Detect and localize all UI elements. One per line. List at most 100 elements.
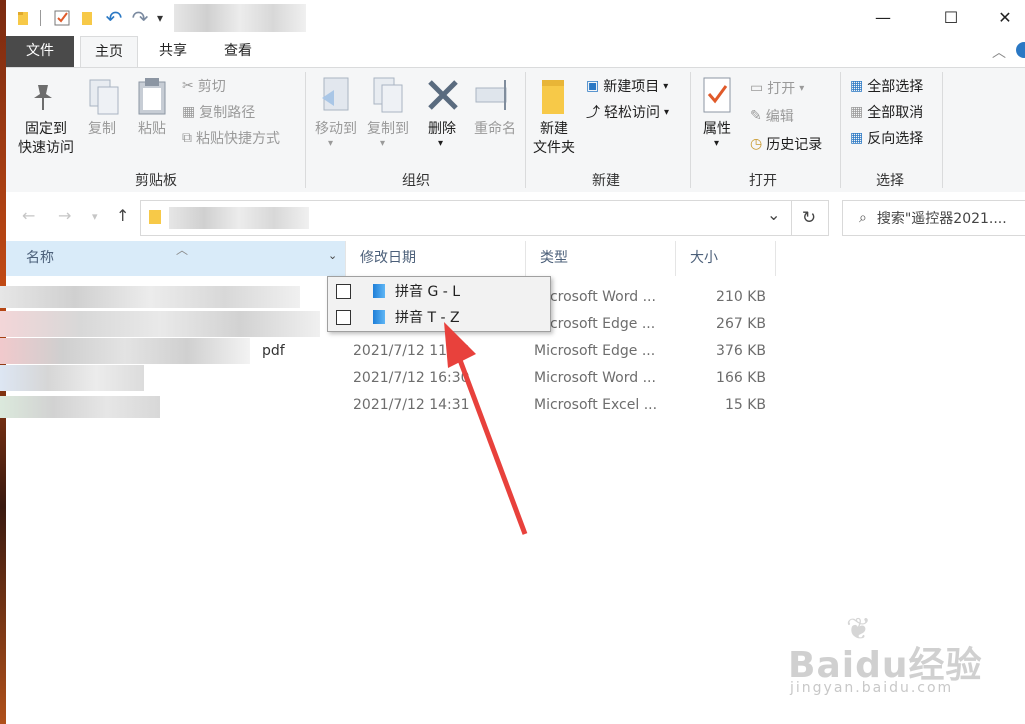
search-icon: ⌕ bbox=[859, 210, 867, 226]
search-input[interactable]: ⌕ 搜索"遥控器2021.... bbox=[842, 200, 1025, 236]
properties-dropdown-icon[interactable]: ▾ bbox=[714, 138, 719, 149]
folder-icon[interactable] bbox=[14, 8, 34, 28]
maximize-button[interactable]: ☐ bbox=[928, 0, 974, 34]
open-label: 打开 bbox=[767, 81, 796, 97]
select-all-label: 全部选择 bbox=[867, 79, 924, 95]
group-icon bbox=[373, 310, 385, 324]
delete-button[interactable]: 删除 bbox=[420, 120, 464, 139]
invert-selection-icon: ▦ bbox=[850, 130, 864, 146]
clipboard-group-label: 剪贴板 bbox=[135, 173, 177, 189]
new-folder-icon[interactable] bbox=[78, 8, 98, 28]
new-group-label: 新建 bbox=[592, 173, 620, 189]
paste-shortcut-button[interactable]: ⧉ 粘贴快捷方式 bbox=[182, 128, 280, 148]
delete-dropdown-icon[interactable]: ▾ bbox=[438, 138, 443, 149]
file-size: 210 KB bbox=[716, 289, 766, 305]
copy-to-dropdown-icon[interactable]: ▾ bbox=[380, 138, 385, 149]
open-button[interactable]: ▭ 打开 ▾ bbox=[750, 78, 804, 98]
ribbon: 固定到 快速访问 复制 粘贴 ✂ 剪切 ▦ 复制路径 ⧉ 粘贴快捷方式 剪贴板 移动到… bbox=[6, 67, 1025, 193]
filter-checkbox[interactable] bbox=[336, 309, 351, 325]
pin-label-1: 固定到 bbox=[25, 121, 67, 137]
properties-icon bbox=[702, 76, 734, 120]
new-folder-button[interactable]: 新建 文件夹 bbox=[528, 120, 580, 158]
copy-to-button[interactable]: 复制到 bbox=[360, 120, 416, 139]
file-name-blurred bbox=[0, 311, 320, 337]
new-item-label: 新建项目 bbox=[603, 79, 660, 95]
new-folder-label-2: 文件夹 bbox=[533, 140, 575, 156]
ribbon-separator bbox=[942, 72, 943, 188]
new-item-button[interactable]: ▣ 新建项目 ▾ bbox=[586, 76, 668, 96]
paste-shortcut-label: 粘贴快捷方式 bbox=[196, 131, 280, 147]
ribbon-separator bbox=[840, 72, 841, 188]
cut-button[interactable]: ✂ 剪切 bbox=[182, 76, 226, 96]
address-bar[interactable]: ⌄ bbox=[140, 200, 792, 236]
file-size: 166 KB bbox=[716, 370, 766, 386]
select-none-button[interactable]: ▦ 全部取消 bbox=[850, 102, 923, 122]
refresh-button[interactable]: ↻ bbox=[790, 200, 829, 236]
organize-group-label: 组织 bbox=[402, 173, 430, 189]
history-label: 历史记录 bbox=[766, 137, 823, 153]
move-to-dropdown-icon[interactable]: ▾ bbox=[328, 138, 333, 149]
address-row: ← → ▾ ↑ ⌄ ↻ ⌕ 搜索"遥控器2021.... bbox=[6, 192, 1025, 240]
move-to-button[interactable]: 移动到 bbox=[310, 120, 362, 139]
tab-home[interactable]: 主页 bbox=[80, 36, 138, 68]
up-arrow-icon[interactable]: ↑ bbox=[116, 206, 129, 225]
file-name-blurred bbox=[0, 365, 144, 391]
watermark-url: jingyan.baidu.com bbox=[790, 680, 954, 696]
edit-button[interactable]: ✎ 编辑 bbox=[750, 106, 794, 126]
edit-label: 编辑 bbox=[765, 109, 794, 125]
filter-dropdown-icon[interactable]: ⌄ bbox=[328, 249, 337, 262]
folder-icon bbox=[149, 210, 161, 224]
easy-access-dropdown-icon: ▾ bbox=[664, 106, 670, 118]
tab-view[interactable]: 查看 bbox=[210, 36, 266, 67]
back-arrow-icon[interactable]: ← bbox=[22, 206, 35, 225]
redo-icon[interactable]: ↷ bbox=[130, 6, 150, 30]
easy-access-label: 轻松访问 bbox=[604, 105, 660, 121]
file-type: Microsoft Edge ... bbox=[534, 316, 656, 332]
file-name-blurred bbox=[0, 396, 160, 418]
select-all-button[interactable]: ▦ 全部选择 bbox=[850, 76, 923, 96]
sort-ascending-icon: ︿ bbox=[176, 243, 189, 257]
ribbon-separator bbox=[690, 72, 691, 188]
column-header-size[interactable]: 大小 bbox=[676, 241, 776, 276]
tab-share[interactable]: 共享 bbox=[146, 36, 200, 67]
select-none-icon: ▦ bbox=[850, 104, 864, 120]
filter-checkbox[interactable] bbox=[336, 283, 351, 299]
group-icon bbox=[373, 284, 385, 298]
help-icon[interactable] bbox=[1016, 42, 1025, 58]
undo-icon[interactable]: ↶ bbox=[104, 6, 124, 30]
filter-option-g-l[interactable]: 拼音 G - L bbox=[328, 278, 550, 304]
invert-selection-button[interactable]: ▦ 反向选择 bbox=[850, 128, 923, 148]
close-button[interactable]: ✕ bbox=[982, 0, 1025, 34]
column-header-modified[interactable]: 修改日期 bbox=[346, 241, 526, 276]
easy-access-button[interactable]: ⤴ 轻松访问 ▾ bbox=[586, 102, 669, 122]
forward-arrow-icon[interactable]: → bbox=[58, 206, 71, 225]
collapse-ribbon-icon[interactable]: ︿ bbox=[992, 42, 1006, 62]
address-dropdown-icon[interactable]: ⌄ bbox=[767, 205, 780, 224]
properties-check-icon[interactable] bbox=[52, 8, 72, 28]
copy-button[interactable]: 复制 bbox=[82, 120, 122, 139]
minimize-button[interactable]: — bbox=[860, 0, 906, 34]
search-placeholder: 搜索"遥控器2021.... bbox=[876, 211, 1007, 227]
column-header-name[interactable]: 名称 ︿ bbox=[6, 241, 346, 276]
file-size: 376 KB bbox=[716, 343, 766, 359]
tab-file[interactable]: 文件 bbox=[6, 36, 74, 67]
red-arrow-annotation bbox=[444, 322, 528, 535]
select-none-label: 全部取消 bbox=[867, 105, 924, 121]
properties-button[interactable]: 属性 bbox=[694, 120, 740, 139]
paste-button[interactable]: 粘贴 bbox=[132, 120, 172, 139]
file-type: Microsoft Word ... bbox=[534, 289, 656, 305]
file-size: 15 KB bbox=[724, 397, 766, 413]
delete-icon bbox=[426, 78, 460, 116]
history-button[interactable]: ◷ 历史记录 bbox=[750, 134, 822, 154]
pin-to-quick-access-button[interactable]: 固定到 快速访问 bbox=[10, 120, 82, 158]
file-type: Microsoft Edge ... bbox=[534, 343, 656, 359]
select-group-label: 选择 bbox=[876, 173, 904, 189]
qat-customize-dropdown[interactable]: ▾ bbox=[154, 8, 166, 28]
open-icon: ▭ bbox=[750, 80, 764, 96]
edit-icon: ✎ bbox=[750, 108, 762, 124]
column-header-type[interactable]: 类型 bbox=[526, 241, 676, 276]
copy-path-button[interactable]: ▦ 复制路径 bbox=[182, 102, 255, 122]
paste-icon bbox=[136, 76, 170, 120]
recent-locations-icon[interactable]: ▾ bbox=[92, 210, 98, 223]
rename-button[interactable]: 重命名 bbox=[468, 120, 522, 139]
